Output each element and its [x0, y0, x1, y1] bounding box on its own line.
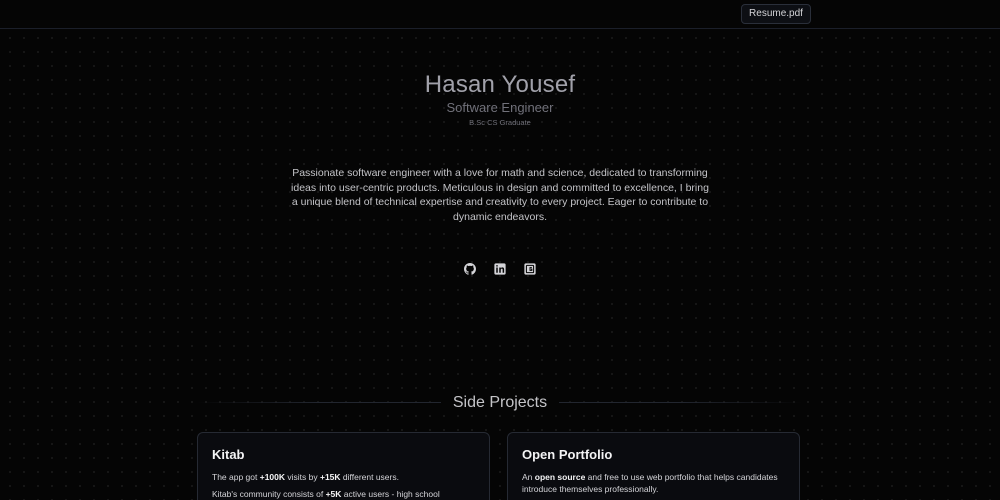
text-segment: Kitab's community consists of [212, 489, 326, 499]
project-title: Kitab [212, 447, 245, 462]
profile-bio: Passionate software engineer with a love… [291, 167, 709, 224]
text-segment: The app got [212, 472, 260, 482]
google-scholar-icon [524, 263, 536, 275]
text-segment: different users. [340, 472, 399, 482]
profile-degree: B.Sc CS Graduate [469, 118, 531, 127]
portfolio-page: Resume.pdf Hasan Yousef Software Enginee… [0, 0, 1000, 500]
github-link[interactable] [464, 263, 476, 275]
linkedin-icon [494, 263, 506, 275]
visits-count: +100K [259, 472, 286, 482]
open-source-highlight: open source [534, 472, 586, 482]
project-title: Open Portfolio [522, 447, 613, 462]
resume-download-button[interactable]: Resume.pdf [741, 4, 811, 24]
project-description-line: An open source and free to use web portf… [522, 471, 785, 495]
hero-section: Hasan Yousef Software Engineer B.Sc CS G… [0, 70, 1000, 128]
github-icon [464, 263, 476, 275]
project-description-line: Kitab's community consists of +5K active… [212, 488, 475, 500]
google-scholar-link[interactable] [524, 263, 536, 275]
project-card-kitab[interactable]: Kitab The app got +100K visits by +15K d… [197, 432, 490, 500]
side-projects-title: Side Projects [440, 394, 560, 411]
project-card-open-portfolio[interactable]: Open Portfolio An open source and free t… [507, 432, 800, 500]
profile-role: Software Engineer [446, 100, 554, 115]
text-segment: visits by [285, 472, 320, 482]
social-links [0, 263, 1000, 275]
project-description-line: The app got +100K visits by +15K differe… [212, 471, 475, 483]
text-segment: active users - high school [341, 489, 440, 499]
top-nav-bar: Resume.pdf [0, 0, 1000, 29]
linkedin-link[interactable] [494, 263, 506, 275]
side-projects-heading: Side Projects [0, 393, 1000, 413]
text-segment: An [522, 472, 535, 482]
users-count: +15K [319, 472, 341, 482]
profile-name: Hasan Yousef [424, 71, 576, 98]
active-users-count: +5K [325, 489, 342, 499]
